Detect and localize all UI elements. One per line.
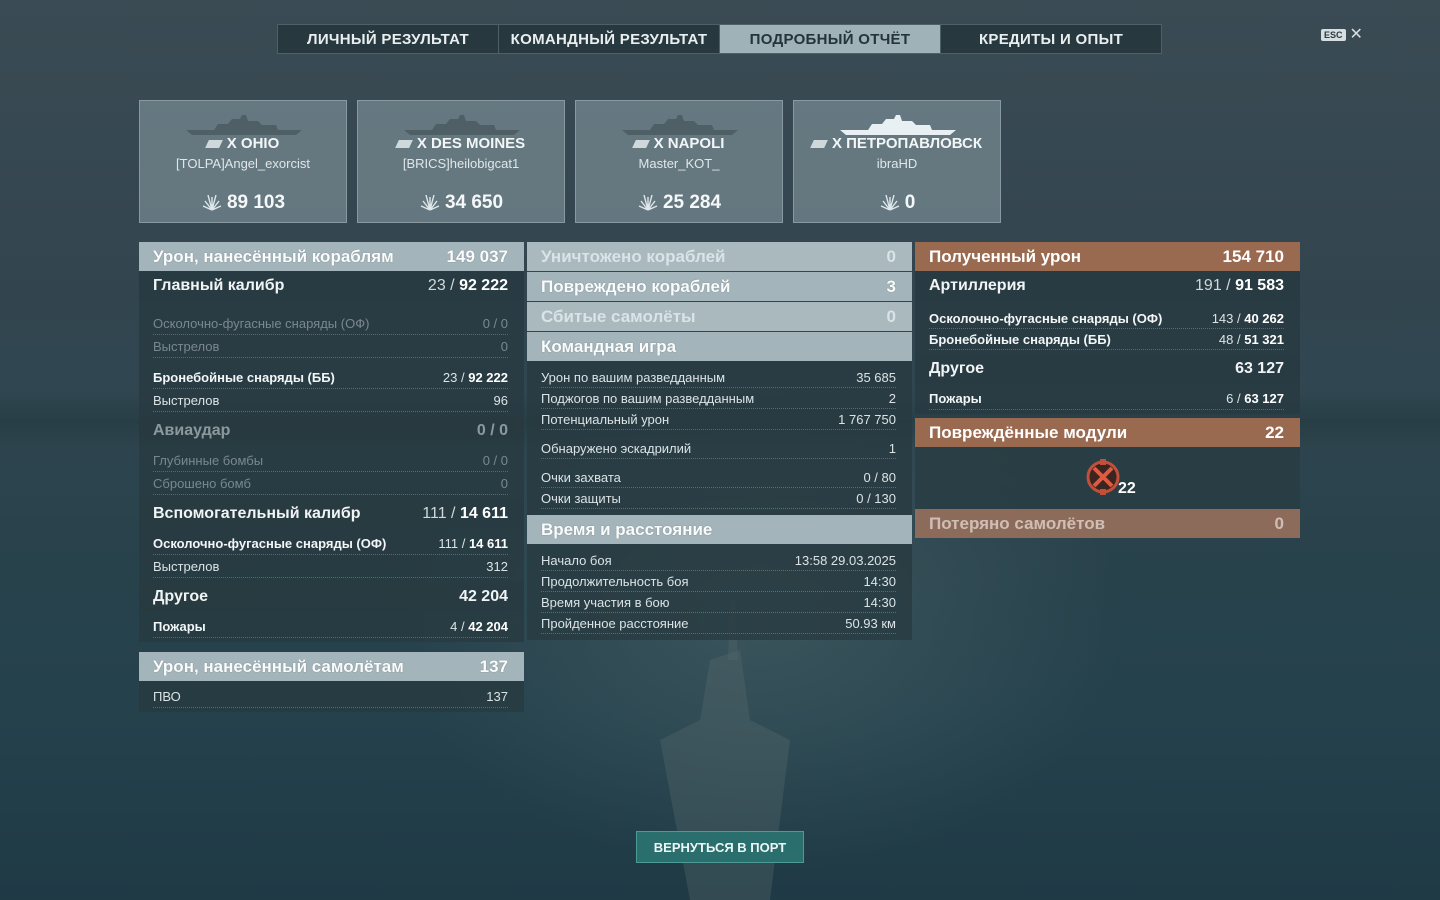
player-name: [TOLPA]Angel_exorcist [176,156,310,171]
stat-row: Пройденное расстояние 50.93 км [541,613,896,634]
player-name: Master_KOT_ [638,156,720,171]
tab-team-result[interactable]: КОМАНДНЫЙ РЕЗУЛЬТАТ [499,25,720,53]
laurel-icon [202,194,222,211]
player-card[interactable]: X ПЕТРОПАВЛОВСК ibraHD 0 [793,100,1001,223]
artillery-details: Осколочно-фугасные снаряды (ОФ) 143 / 40 … [915,300,1300,354]
stat-row: Пожары 4 / 42 204 [153,615,508,638]
player-score: 0 [794,191,1000,214]
stat-row: Выстрелов 96 [153,389,508,412]
stat-row: Глубинные бомбы 0 / 0 [153,449,508,472]
stat-row: Осколочно-фугасные снаряды (ОФ) 0 / 0 [153,312,508,335]
stat-row: Очки защиты 0 / 130 [541,488,896,509]
stat-row: Продолжительность боя 14:30 [541,571,896,592]
main-caliber-header: Главный калибр 23 / 92 222 [139,271,524,300]
damage-dealt-panel: Урон, нанесённый кораблям 149 037 Главный… [139,242,524,712]
artillery-header: Артиллерия 191 / 91 583 [915,271,1300,300]
stat-row: Начало боя 13:58 29.03.2025 [541,550,896,571]
player-score: 89 103 [140,191,346,214]
received-damage-header: Полученный урон 154 710 [915,242,1300,271]
ship-name: X DES MOINES [358,135,564,152]
stat-row: Поджогов по вашим разведданным 2 [541,388,896,409]
tab-detailed-report[interactable]: ПОДРОБНЫЙ ОТЧЁТ [720,25,941,53]
damaged-modules-header: Повреждённые модули 22 [915,418,1300,447]
secondary-caliber-header: Вспомогательный калибр 111 / 14 611 [139,499,524,528]
stat-row: Осколочно-фугасные снаряды (ОФ) 111 / 14 … [153,532,508,555]
stat-row: Бронебойные снаряды (ББ) 23 / 92 222 [153,366,508,389]
airstrike-header: Авиаудар 0 / 0 [139,416,524,445]
stat-row: Пожары 6 / 63 127 [929,387,1284,410]
result-tabs: ЛИЧНЫЙ РЕЗУЛЬТАТ КОМАНДНЫЙ РЕЗУЛЬТАТ ПОД… [277,24,1162,54]
time-distance-header: Время и расстояние [527,515,912,544]
stat-row: Осколочно-фугасные снаряды (ОФ) 143 / 40 … [929,308,1284,329]
stat-row: Выстрелов 312 [153,555,508,578]
player-name: ibraHD [876,156,918,171]
ship-class-icon [204,140,223,149]
stat-row: Обнаружено эскадрилий 1 [541,438,896,459]
stat-row: Урон по вашим разведданным 35 685 [541,367,896,388]
ship-silhouette-icon [186,115,302,135]
airstrike-details: Глубинные бомбы 0 / 0 Сброшено бомб 0 [139,445,524,499]
player-card[interactable]: X DES MOINES [BRICS]heilobigcat1 34 650 [357,100,565,223]
laurel-icon [880,194,899,211]
player-card[interactable]: X NAPOLI Master_KOT_ 25 284 [575,100,783,223]
return-to-port-button[interactable]: ВЕРНУТЬСЯ В ПОРТ [636,831,804,863]
damage-to-planes-header: Урон, нанесённый самолётам 137 [139,652,524,681]
time-distance-details: Начало боя 13:58 29.03.2025 Продолжительн… [527,544,912,640]
lost-planes-header: Потеряно самолётов 0 [915,509,1300,538]
damaged-modules-list: 22 [915,447,1300,509]
ship-class-icon [631,140,650,149]
stat-row: Бронебойные снаряды (ББ) 48 / 51 321 [929,329,1284,350]
close-icon: ✕ [1349,26,1363,43]
other-damage-details: Пожары 4 / 42 204 [139,611,524,642]
team-play-details: Урон по вашим разведданным 35 685 Поджого… [527,361,912,515]
ship-name: X NAPOLI [576,135,782,152]
combat-summary-panel: Уничтожено кораблей 0 Повреждено кораблей… [527,242,912,640]
ship-class-icon [810,140,828,149]
other-damage-header: Другое 42 204 [139,582,524,611]
main-caliber-details: Осколочно-фугасные снаряды (ОФ) 0 / 0 Выс… [139,300,524,416]
stat-row: ПВО 137 [153,685,508,708]
player-card[interactable]: X OHIO [TOLPA]Angel_exorcist 89 103 [139,100,347,223]
damage-received-panel: Полученный урон 154 710 Артиллерия 191 / … [915,242,1300,538]
ship-silhouette-icon [404,115,520,135]
player-score: 34 650 [358,191,564,214]
damage-to-planes-details: ПВО 137 [139,681,524,712]
planes-shot-down-header: Сбитые самолёты 0 [527,302,912,331]
ships-damaged-header: Повреждено кораблей 3 [527,272,912,301]
ships-destroyed-header: Уничтожено кораблей 0 [527,242,912,271]
stat-row: Очки захвата 0 / 80 [541,467,896,488]
team-play-header: Командная игра [527,332,912,361]
ship-name: X ПЕТРОПАВЛОВСК [794,135,1000,152]
laurel-icon [638,194,658,211]
ship-name: X OHIO [140,135,346,152]
ship-class-icon [394,140,413,149]
ship-silhouette-icon [840,115,956,135]
tab-personal-result[interactable]: ЛИЧНЫЙ РЕЗУЛЬТАТ [278,25,499,53]
damaged-module-count: 22 [1118,480,1136,497]
secondary-caliber-details: Осколочно-фугасные снаряды (ОФ) 111 / 14 … [139,528,524,582]
stat-row: Сброшено бомб 0 [153,472,508,495]
esc-key-badge: ESC [1321,29,1346,41]
stat-row: Время участия в бою 14:30 [541,592,896,613]
damaged-module-icon [1086,459,1120,495]
other-received-header: Другое 63 127 [915,354,1300,383]
player-name: [BRICS]heilobigcat1 [402,156,520,171]
ship-silhouette-icon [622,115,738,135]
other-received-details: Пожары 6 / 63 127 [915,383,1300,414]
stat-row: Потенциальный урон 1 767 750 [541,409,896,430]
damage-to-ships-header: Урон, нанесённый кораблям 149 037 [139,242,524,271]
close-button[interactable]: ESC ✕ [1321,26,1363,43]
laurel-icon [420,194,440,211]
stat-row: Выстрелов 0 [153,335,508,358]
player-score: 25 284 [576,191,782,214]
tab-credits-and-xp[interactable]: КРЕДИТЫ И ОПЫТ [941,25,1161,53]
